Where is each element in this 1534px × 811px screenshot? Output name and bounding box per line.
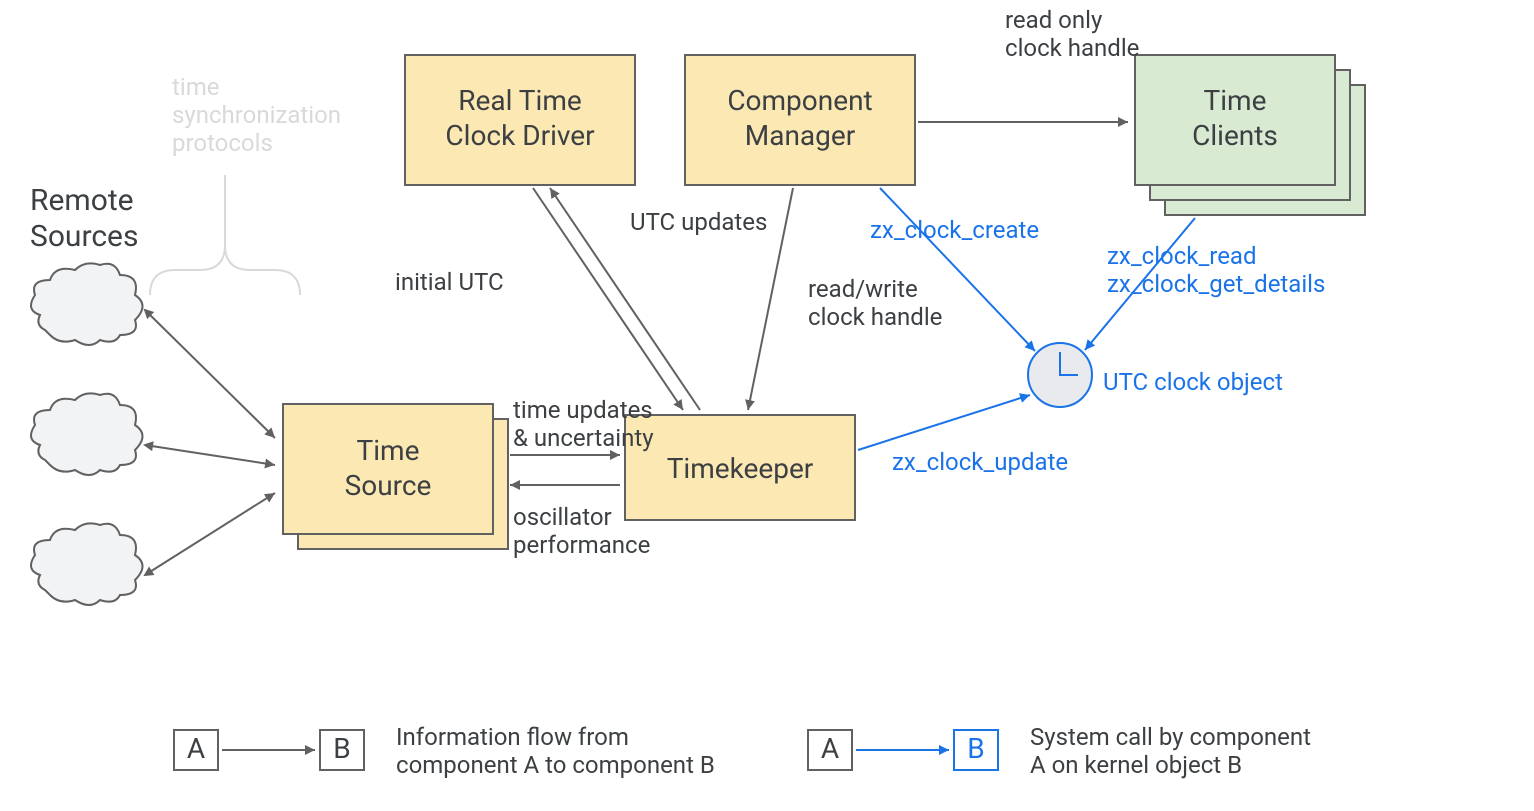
time-source-label-2: Source — [345, 469, 432, 502]
arrow-timekeeper-clock — [858, 395, 1030, 450]
time-clients-label-1: Time — [1204, 84, 1267, 117]
utc-clock-object-label: UTC clock object — [1103, 368, 1283, 396]
legend2-a-label: A — [821, 732, 839, 765]
time-clients-label-2: Clients — [1192, 119, 1278, 152]
osc-perf-label-2: performance — [513, 531, 650, 559]
zx-clock-get-details-label: zx_clock_get_details — [1107, 270, 1325, 298]
legend-b-label: B — [333, 732, 350, 765]
zx-clock-create-label: zx_clock_create — [870, 216, 1039, 244]
timekeeper-label: Timekeeper — [667, 452, 814, 485]
arrow-cloud1-timesource — [145, 310, 275, 438]
architecture-diagram: Remote Sources time synchronization prot… — [0, 0, 1534, 811]
legend-sys-2: A on kernel object B — [1030, 751, 1242, 779]
readwrite-label-2: clock handle — [808, 303, 942, 331]
remote-sources-label-2: Sources — [30, 219, 138, 254]
sync-protocols-label-1: time — [172, 73, 219, 101]
component-manager-label-2: Manager — [745, 119, 856, 152]
cloud-icon — [31, 263, 143, 345]
initial-utc-label: initial UTC — [395, 268, 504, 296]
utc-updates-label: UTC updates — [630, 208, 767, 236]
legend-a-label: A — [187, 732, 205, 765]
zx-clock-update-label: zx_clock_update — [892, 448, 1068, 476]
remote-sources-label-1: Remote — [30, 183, 134, 218]
arrow-cloud2-timesource — [145, 445, 275, 465]
readonly-label-2: clock handle — [1005, 34, 1139, 62]
legend-sys-1: System call by component — [1030, 723, 1311, 751]
brace-icon — [150, 175, 300, 295]
cloud-icon — [31, 393, 143, 475]
legend-info-2: component A to component B — [396, 751, 715, 779]
time-source-label-1: Time — [357, 434, 420, 467]
component-manager-label-1: Component — [727, 84, 872, 117]
cloud-icon — [31, 523, 143, 605]
readonly-label-1: read only — [1005, 6, 1103, 34]
rtc-driver-label-1: Real Time — [458, 84, 581, 117]
arrow-cloud3-timesource — [145, 493, 275, 575]
osc-perf-label-1: oscillator — [513, 503, 612, 531]
zx-clock-read-label: zx_clock_read — [1107, 242, 1257, 270]
rtc-driver-label-2: Clock Driver — [445, 119, 595, 152]
legend-info-1: Information flow from — [396, 723, 629, 751]
time-updates-label-2: & uncertainty — [513, 424, 654, 452]
sync-protocols-label-3: protocols — [172, 129, 273, 157]
time-updates-label-1: time updates — [513, 396, 653, 424]
readwrite-label-1: read/write — [808, 275, 918, 303]
sync-protocols-label-2: synchronization — [172, 101, 341, 129]
legend2-b-label: B — [967, 732, 984, 765]
